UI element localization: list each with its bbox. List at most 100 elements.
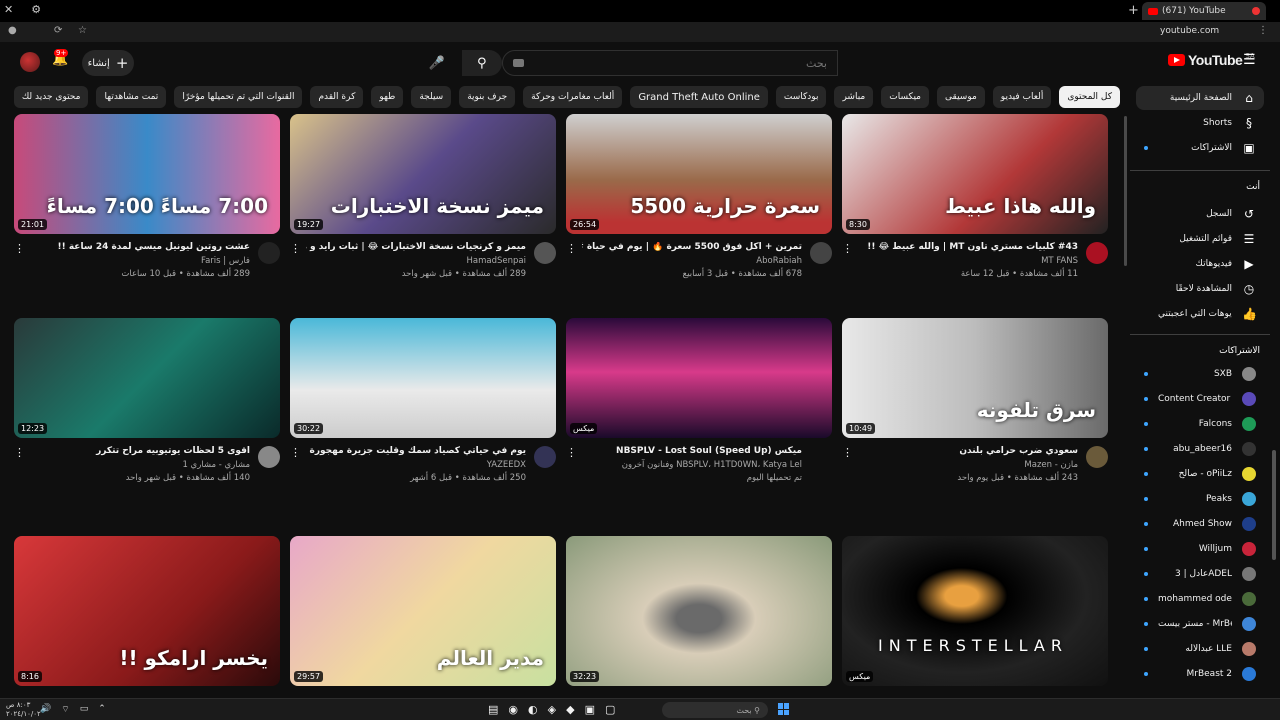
more-options-icon[interactable]: ⋮ [290, 242, 301, 255]
channel-avatar[interactable] [810, 242, 832, 264]
video-title[interactable]: عشت روتين ليونيل ميسي لمدة 24 ساعة !! [30, 242, 251, 252]
filter-chip[interactable]: محتوى جديد لك [13, 86, 89, 108]
network-icon[interactable]: ⌔ [61, 704, 69, 715]
video-thumbnail[interactable]: 32:23 [566, 536, 832, 686]
sidebar-item[interactable]: عادل | 3ADEL [1136, 562, 1264, 586]
channel-avatar[interactable] [534, 446, 556, 468]
channel-avatar[interactable] [1086, 242, 1108, 264]
video-card[interactable]: ميكس ميكس NBSPLV - Lost Soul (Speed Up) NB… [566, 318, 832, 508]
close-window-icon[interactable]: ✕ [4, 3, 13, 16]
video-thumbnail[interactable]: سرق تلفونه 10:49 [842, 318, 1108, 438]
main-scrollbar[interactable] [1124, 116, 1127, 266]
video-card[interactable]: 7:00 مساءً 7:00 مساءً 21:01 عشت روتين ليون… [14, 114, 280, 304]
sidebar-item[interactable]: abu_abeer16 [1136, 437, 1264, 461]
filter-chip[interactable]: موسيقى [937, 86, 985, 108]
sidebar-item[interactable]: ◷ المشاهدة لاحقًا [1136, 277, 1264, 301]
taskbar-app-icon[interactable]: ◈ [548, 703, 556, 716]
video-title[interactable]: تمرين + أكل فوق 5500 سعرة 🔥 | يوم في حيا… [582, 242, 802, 252]
filter-chip[interactable]: مباشر [834, 86, 874, 108]
sidebar-item[interactable]: Content Creator ... [1136, 387, 1264, 411]
filter-chip[interactable]: كرة القدم [310, 86, 364, 108]
search-box[interactable] [502, 50, 838, 76]
video-title[interactable]: سعودي ضرب حرامي بلندن [858, 446, 1078, 456]
taskbar-app-icon[interactable]: ◐ [528, 703, 538, 716]
sidebar-item[interactable]: عبدالاله LLE [1136, 637, 1264, 661]
sidebar-item[interactable]: Ahmed Show [1136, 512, 1264, 536]
sidebar-item[interactable]: ↺ السجل [1136, 202, 1264, 226]
video-title[interactable]: #43 كلبيات مستري تاون MT | والله عبيط 😂 … [858, 242, 1078, 252]
video-thumbnail[interactable]: ميكس [566, 318, 832, 438]
taskbar-app-icon[interactable]: ▣ [585, 703, 595, 716]
search-button[interactable]: ⚲ [462, 50, 502, 76]
more-options-icon[interactable]: ⋮ [842, 242, 853, 255]
sidebar-item[interactable]: MrBeast 2 [1136, 662, 1264, 686]
sidebar-item[interactable]: Peaks [1136, 487, 1264, 511]
channel-name[interactable]: مازن - Mazen [1024, 460, 1078, 470]
sidebar-item[interactable]: مستر بيست - MrBeast [1136, 612, 1264, 636]
video-card[interactable]: INTERSTELLAR ميكس [842, 536, 1108, 686]
channel-name[interactable]: YAZEEDX [487, 460, 526, 470]
video-thumbnail[interactable]: 7:00 مساءً 7:00 مساءً 21:01 [14, 114, 280, 234]
filter-chip[interactable]: كل المحتوى [1059, 86, 1120, 108]
taskbar-app-icon[interactable]: ◉ [508, 703, 518, 716]
channel-avatar[interactable] [258, 446, 280, 468]
sidebar-item[interactable]: Willjum [1136, 537, 1264, 561]
video-card[interactable]: سرق تلفونه 10:49 سعودي ضرب حرامي بلندن مازن… [842, 318, 1108, 508]
voice-search-mic-icon[interactable]: 🎤 [424, 50, 450, 76]
video-title[interactable]: يوم في حياتي كصياد سمك وقليت جزيرة مهجور… [306, 446, 526, 456]
video-card[interactable]: سعرة حرارية 5500 26:54 تمرين + أكل فوق 550… [566, 114, 832, 304]
taskbar-clock[interactable]: ٨:٠٣ ص ٢٠٢٤/١٠/٠٢ [6, 701, 41, 719]
video-card[interactable]: 12:23 أقوى 5 لحظات يوتيوبيه مراح تتكرر مشا… [14, 318, 280, 508]
channel-name[interactable]: فارس | Faris [201, 256, 250, 266]
reload-icon[interactable]: ⟳ [54, 25, 62, 36]
new-tab-icon[interactable]: + [1128, 3, 1139, 18]
create-button[interactable]: إنشاء + [82, 50, 134, 76]
more-options-icon[interactable]: ⋮ [566, 242, 577, 255]
youtube-logo[interactable]: YouTube SA [1168, 52, 1255, 68]
video-title[interactable]: أقوى 5 لحظات يوتيوبيه مراح تتكرر [30, 446, 250, 456]
account-avatar[interactable] [20, 52, 40, 72]
sidebar-you-header[interactable]: أنت [1246, 182, 1260, 192]
sidebar-item[interactable]: SXB [1136, 362, 1264, 386]
more-options-icon[interactable]: ⋮ [842, 446, 853, 459]
tray-expand-icon[interactable]: ⌃ [98, 704, 106, 715]
filter-chip[interactable]: جرف بنوية [459, 86, 516, 108]
menu-hamburger-icon[interactable]: ☰ [1243, 52, 1256, 68]
channel-avatar[interactable] [1086, 446, 1108, 468]
video-card[interactable]: مدير العالم 29:57 [290, 536, 556, 686]
channel-name[interactable]: مشاري - مشاري 1 [182, 460, 250, 470]
search-input[interactable] [530, 56, 827, 70]
video-thumbnail[interactable]: 12:23 [14, 318, 280, 438]
filter-chip[interactable]: ألعاب مغامرات وحركة [523, 86, 623, 108]
more-options-icon[interactable]: ⋮ [566, 446, 577, 459]
sidebar-item[interactable]: ▣ الاشتراكات [1136, 136, 1264, 160]
filter-chip[interactable]: بودكاست [775, 86, 827, 108]
video-card[interactable]: والله هاذا عبيط 8:30 #43 كلبيات مستري تاون… [842, 114, 1108, 304]
video-thumbnail[interactable]: ميمز نسخة الاختبارات 19:27 [290, 114, 556, 234]
video-card[interactable]: 32:23 [566, 536, 832, 686]
filter-chip[interactable]: Grand Theft Auto Online [630, 86, 768, 108]
sidebar-item[interactable]: ⌂ الصفحة الرئيسية [1136, 86, 1264, 110]
url-text[interactable]: youtube.com [1160, 26, 1219, 36]
video-thumbnail[interactable]: 30:22 [290, 318, 556, 438]
sidebar-item[interactable]: mohammed oden [1136, 587, 1264, 611]
browser-tab-youtube[interactable]: (671) YouTube [1142, 2, 1266, 20]
taskbar-app-icon[interactable]: ▤ [488, 703, 498, 716]
notifications-bell-icon[interactable]: 🔔 9+ [52, 49, 69, 67]
settings-icon[interactable]: ⚙ [31, 3, 41, 16]
taskbar-search[interactable]: بحث ⚲ [662, 702, 768, 718]
windows-start-icon[interactable] [778, 703, 790, 715]
channel-name[interactable]: HamadSenpai [467, 256, 526, 266]
filter-chip[interactable]: ألعاب فيديو [992, 86, 1052, 108]
video-card[interactable]: يخسر ارامكو !! 8:16 [14, 536, 280, 686]
bookmark-star-icon[interactable]: ☆ [78, 25, 87, 36]
video-thumbnail[interactable]: يخسر ارامكو !! 8:16 [14, 536, 280, 686]
sidebar-scrollbar[interactable] [1272, 450, 1276, 560]
sidebar-item[interactable]: ☰ قوائم التشغيل [1136, 227, 1264, 251]
browser-menu-icon[interactable]: ⋮ [1258, 25, 1268, 36]
filter-chip[interactable]: طهو [371, 86, 404, 108]
video-card[interactable]: 30:22 يوم في حياتي كصياد سمك وقليت جزيرة … [290, 318, 556, 508]
channel-name[interactable]: NBSPLV، H1TD0WN، Katya Lel وفنانون آخرون [622, 460, 802, 470]
back-icon[interactable]: ● [8, 25, 17, 36]
filter-chip[interactable]: ميكسات [881, 86, 930, 108]
